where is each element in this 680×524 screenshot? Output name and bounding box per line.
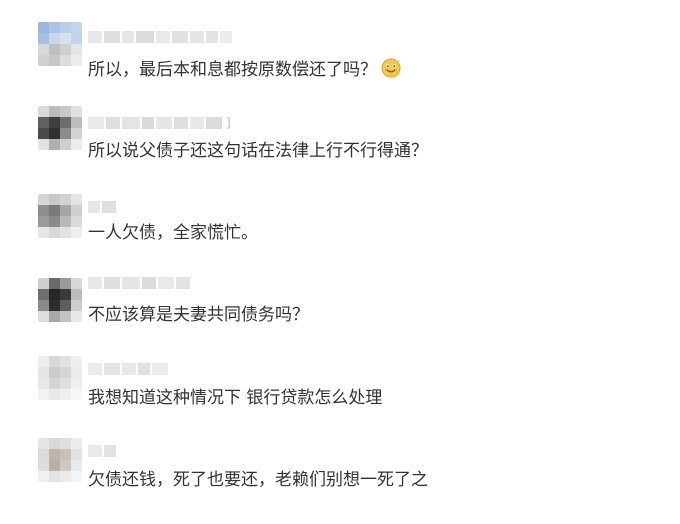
avatar[interactable] xyxy=(38,438,82,482)
comment-text: 欠债还钱，死了也要还，老赖们别想一死了之 xyxy=(88,469,428,491)
comment-text: 所以，最后本和息都按原数偿还了吗？ xyxy=(88,58,401,81)
comment-text-content: 一人欠债，全家慌忙。 xyxy=(88,223,258,243)
comment-text-content: 我想知道这种情况下 银行贷款怎么处理 xyxy=(88,388,383,408)
smile-emoji-icon xyxy=(381,58,401,78)
commenter-name[interactable] xyxy=(88,276,192,290)
commenter-name[interactable] xyxy=(88,362,170,376)
comment-text-content: 欠债还钱，死了也要还，老赖们别想一死了之 xyxy=(88,470,428,490)
commenter-name[interactable]: ] xyxy=(88,116,231,130)
avatar[interactable] xyxy=(38,106,82,150)
comment-text: 一人欠债，全家慌忙。 xyxy=(88,222,258,244)
comment-text: 不应该算是夫妻共同债务吗？ xyxy=(88,304,309,326)
comment-text: 所以说父债子还这句话在法律上行不行得通？ xyxy=(88,140,428,162)
comment-text-content: 不应该算是夫妻共同债务吗？ xyxy=(88,305,309,325)
commenter-name[interactable] xyxy=(88,200,118,214)
avatar[interactable] xyxy=(38,194,82,238)
comment-text: 我想知道这种情况下 银行贷款怎么处理 xyxy=(88,387,382,409)
commenter-name[interactable] xyxy=(88,444,118,458)
comment-text-content: 所以说父债子还这句话在法律上行不行得通？ xyxy=(88,141,428,161)
comment-text-content: 所以，最后本和息都按原数偿还了吗？ xyxy=(88,60,377,80)
commenter-name[interactable] xyxy=(88,30,234,44)
avatar[interactable] xyxy=(38,278,82,322)
commenter-name-suffix: ] xyxy=(226,116,231,130)
avatar[interactable] xyxy=(38,356,82,400)
avatar[interactable] xyxy=(38,22,82,66)
